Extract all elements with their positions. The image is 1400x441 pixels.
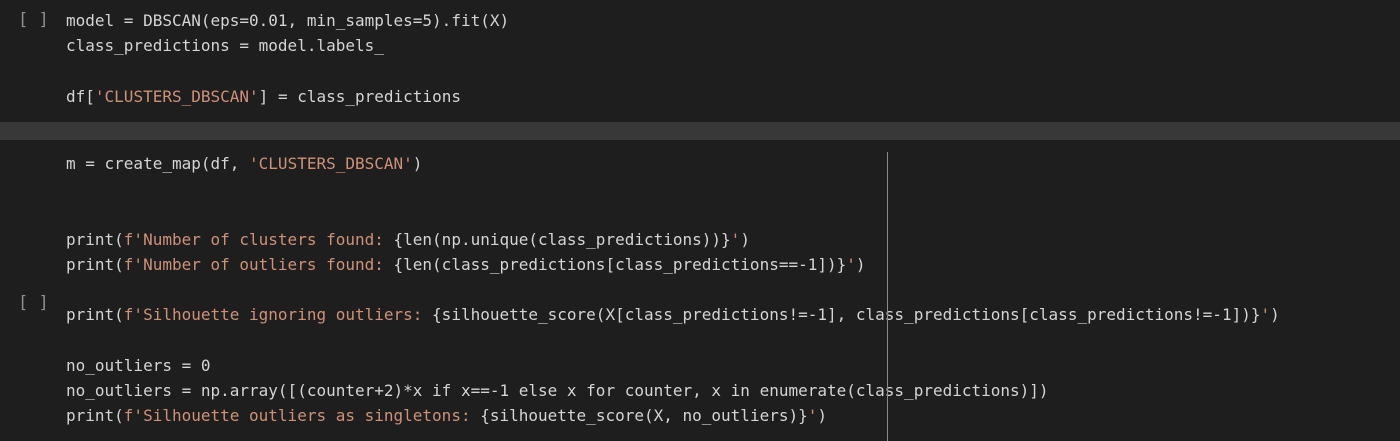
code-token: {len(np.unique(class_predictions))} <box>393 229 731 249</box>
code-token: ) <box>740 229 750 249</box>
code-line[interactable]: class_predictions = model.labels_ <box>66 33 509 58</box>
string-token: 'CLUSTERS_DBSCAN' <box>249 154 413 173</box>
code-editor[interactable]: model = DBSCAN(eps=0.01, min_samples=5).… <box>66 8 509 109</box>
code-line[interactable] <box>66 327 1280 352</box>
code-token: print( <box>66 405 124 425</box>
code-token: {silhouette_score(X, no_outliers)} <box>480 405 808 425</box>
code-token: df[ <box>66 86 95 106</box>
string-token: ' <box>730 229 741 249</box>
string-token: f'Silhouette ignoring outliers: <box>123 305 433 325</box>
run-cell-button[interactable]: [ ] <box>18 8 49 33</box>
code-line[interactable]: df['CLUSTERS_DBSCAN'] = class_prediction… <box>66 84 509 109</box>
code-line[interactable] <box>66 176 1280 201</box>
code-token: {len(class_predictions[class_predictions… <box>393 254 847 274</box>
code-line[interactable]: print(f'Silhouette outliers as singleton… <box>66 403 1280 428</box>
code-line[interactable] <box>66 277 1280 302</box>
code-line[interactable] <box>66 58 509 83</box>
code-token: ) <box>817 405 828 425</box>
code-token: model = DBSCAN(eps=0.01, min_samples=5).… <box>66 11 510 30</box>
code-line[interactable] <box>66 201 1280 226</box>
run-cell-button[interactable]: [ ] <box>18 291 49 316</box>
code-token: no_outliers = np.array([(counter+2)*x if… <box>66 380 1049 400</box>
code-token: print( <box>66 229 124 249</box>
string-token: f'Number of clusters found: <box>123 229 394 249</box>
code-token: no_outliers = 0 <box>66 355 211 375</box>
string-token: f'Silhouette outliers as singletons: <box>123 405 481 425</box>
code-token: ] = class_predictions <box>258 86 461 106</box>
code-token: ) <box>412 154 423 173</box>
string-token: 'CLUSTERS_DBSCAN' <box>94 86 259 106</box>
code-token: ) <box>855 254 866 274</box>
code-cell[interactable]: [ ] m = create_map(df, 'CLUSTERS_DBSCAN'… <box>0 140 1400 441</box>
code-token: {silhouette_score(X[class_predictions!=-… <box>432 305 1261 325</box>
string-token: ' <box>1260 305 1271 325</box>
code-editor[interactable]: m = create_map(df, 'CLUSTERS_DBSCAN') pri… <box>66 151 1280 428</box>
notebook: [ ] model = DBSCAN(eps=0.01, min_samples… <box>0 0 1400 441</box>
code-token: ) <box>1270 305 1280 325</box>
code-line[interactable]: print(f'Number of outliers found: {len(c… <box>66 252 1280 277</box>
line-length-ruler <box>887 152 888 441</box>
code-line[interactable]: no_outliers = 0 <box>66 353 1280 378</box>
string-token: ' <box>846 254 856 274</box>
code-token: m = create_map(df, <box>66 154 250 173</box>
code-line[interactable]: print(f'Number of clusters found: {len(n… <box>66 227 1280 252</box>
code-token: print( <box>66 254 124 274</box>
string-token: ' <box>807 405 818 425</box>
code-line[interactable]: m = create_map(df, 'CLUSTERS_DBSCAN') <box>66 151 1280 176</box>
code-line[interactable]: no_outliers = np.array([(counter+2)*x if… <box>66 378 1280 403</box>
code-line[interactable]: model = DBSCAN(eps=0.01, min_samples=5).… <box>66 8 509 33</box>
code-cell[interactable]: [ ] model = DBSCAN(eps=0.01, min_samples… <box>0 0 1400 122</box>
code-token: class_predictions = model.labels_ <box>66 36 384 56</box>
code-line[interactable]: print(f'Silhouette ignoring outliers: {s… <box>66 302 1280 327</box>
code-token: print( <box>66 305 124 325</box>
string-token: f'Number of outliers found: <box>123 254 394 274</box>
